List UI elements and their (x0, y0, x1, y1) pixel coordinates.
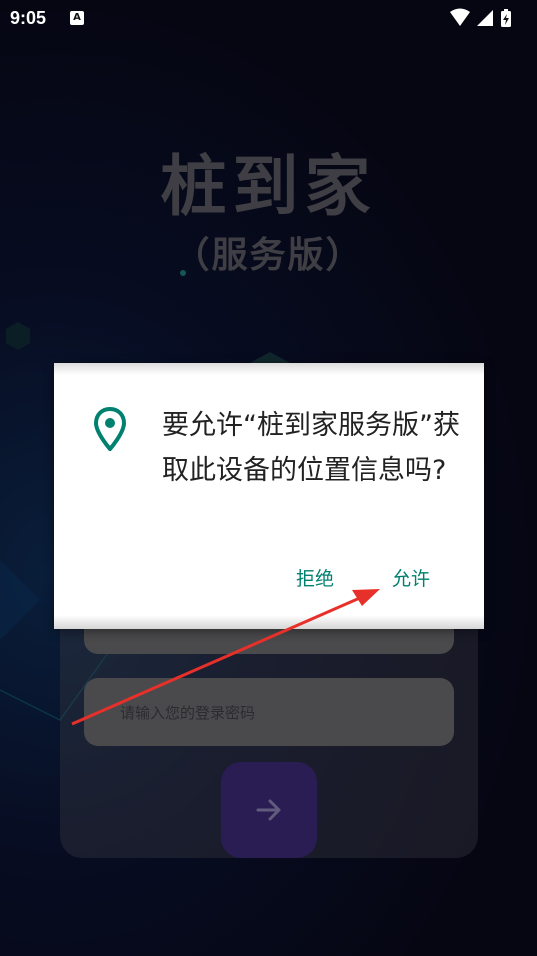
dialog-bottom-shade (54, 615, 484, 629)
deny-button[interactable]: 拒绝 (290, 560, 340, 595)
dialog-message: 要允许“桩到家服务版”获取此设备的位置信息吗? (162, 410, 460, 486)
battery-icon (501, 9, 511, 27)
status-time: 9:05 (10, 8, 47, 28)
cell-signal-icon (477, 10, 493, 26)
allow-button[interactable]: 允许 (386, 560, 436, 595)
status-indicators (450, 8, 511, 27)
notification-a-icon: A (70, 11, 84, 25)
permission-dialog: 要允许“桩到家服务版”获取此设备的位置信息吗? 拒绝 允许 (54, 363, 484, 629)
wifi-icon (450, 8, 470, 26)
dialog-top-shade (54, 363, 484, 375)
status-bar: 9:05 A (0, 0, 537, 36)
location-pin-icon (94, 407, 126, 451)
